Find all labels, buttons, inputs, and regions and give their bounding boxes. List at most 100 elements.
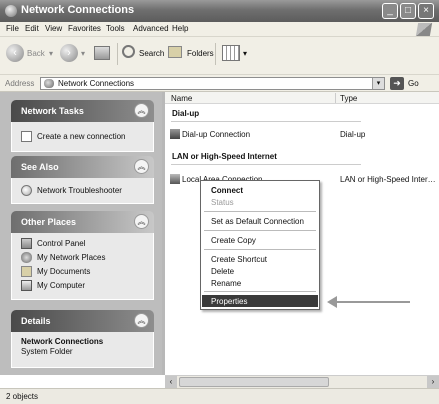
network-tasks-title: Network Tasks xyxy=(21,106,84,116)
address-bar: Address Network Connections ▾ ➜ Go xyxy=(0,75,439,92)
my-computer-label: My Computer xyxy=(37,281,86,290)
collapse-chevron-icon[interactable]: ︽ xyxy=(134,103,149,118)
toolbar: ‹ Back ▾ › ▾ Search Folders ▾ xyxy=(0,37,439,75)
collapse-chevron-icon[interactable]: ︽ xyxy=(134,313,149,328)
scroll-right-icon[interactable]: › xyxy=(427,376,439,388)
go-arrow-icon[interactable]: ➜ xyxy=(390,77,404,90)
menu-favorites[interactable]: Favorites xyxy=(68,24,101,33)
menu-help[interactable]: Help xyxy=(172,24,188,33)
forward-dropdown-icon[interactable]: ▾ xyxy=(81,49,85,58)
menu-file[interactable]: File xyxy=(6,24,19,33)
status-bar: 2 objects xyxy=(0,388,439,404)
network-places-icon xyxy=(21,252,32,263)
search-icon[interactable] xyxy=(122,45,135,58)
group-divider xyxy=(171,164,361,165)
collapse-chevron-icon[interactable]: ︽ xyxy=(134,214,149,229)
search-button[interactable]: Search xyxy=(139,49,164,58)
network-connections-icon xyxy=(44,79,54,88)
menu-advanced[interactable]: Advanced xyxy=(133,24,169,33)
details-header[interactable]: Details ︽ xyxy=(11,310,154,332)
up-folder-icon[interactable] xyxy=(94,46,110,60)
my-documents-label: My Documents xyxy=(37,267,91,276)
dialup-connection-icon xyxy=(170,129,180,139)
group-divider xyxy=(171,121,361,122)
menu-separator xyxy=(204,211,316,212)
column-divider[interactable] xyxy=(335,93,336,103)
list-item[interactable]: Dial-up Connection Dial-up xyxy=(170,129,438,140)
see-also-title: See Also xyxy=(21,162,59,172)
control-panel-icon xyxy=(21,238,32,249)
menu-item-status: Status xyxy=(202,196,318,208)
minimize-button[interactable]: _ xyxy=(382,3,398,19)
details-name: Network Connections xyxy=(21,337,104,346)
menu-item-connect[interactable]: Connect xyxy=(202,184,318,196)
menu-item-create-shortcut[interactable]: Create Shortcut xyxy=(202,253,318,265)
lan-connection-icon xyxy=(170,174,180,184)
details-type: System Folder xyxy=(21,347,73,356)
see-also-header[interactable]: See Also ︽ xyxy=(11,156,154,178)
details-title: Details xyxy=(21,316,51,326)
address-dropdown-icon[interactable]: ▾ xyxy=(372,78,384,89)
menu-tools[interactable]: Tools xyxy=(106,24,125,33)
collapse-chevron-icon[interactable]: ︽ xyxy=(134,159,149,174)
address-field[interactable]: Network Connections ▾ xyxy=(40,77,385,90)
menu-item-label: Connect xyxy=(211,186,243,195)
menu-item-create-copy[interactable]: Create Copy xyxy=(202,234,318,246)
column-type[interactable]: Type xyxy=(340,94,357,103)
folders-icon[interactable] xyxy=(168,46,182,58)
menu-item-rename[interactable]: Rename xyxy=(202,277,318,289)
callout-arrow-icon xyxy=(327,296,337,308)
task-pane: Network Tasks ︽ Create a new connection … xyxy=(0,92,162,375)
control-panel-label: Control Panel xyxy=(37,239,86,248)
computer-icon xyxy=(21,280,32,291)
address-label: Address xyxy=(5,79,35,88)
menu-separator xyxy=(204,230,316,231)
other-places-header[interactable]: Other Places ︽ xyxy=(11,211,154,233)
horizontal-scrollbar[interactable]: ‹ › xyxy=(165,375,439,388)
status-text: 2 objects xyxy=(6,392,39,401)
list-item-type: Dial-up xyxy=(340,130,366,139)
column-header: Name Type xyxy=(165,92,439,104)
folders-button[interactable]: Folders xyxy=(187,49,214,58)
forward-arrow-icon[interactable]: › xyxy=(60,44,78,62)
menu-edit[interactable]: Edit xyxy=(25,24,39,33)
menu-item-delete[interactable]: Delete xyxy=(202,265,318,277)
toolbar-separator xyxy=(215,43,216,65)
details-panel: Network Connections System Folder xyxy=(11,332,154,368)
menu-item-label: Rename xyxy=(211,279,242,288)
menu-item-set-default[interactable]: Set as Default Connection xyxy=(202,215,318,227)
back-dropdown-icon[interactable]: ▾ xyxy=(49,49,53,58)
menu-item-label: Create Shortcut xyxy=(211,255,268,264)
menu-item-label: Delete xyxy=(211,267,235,276)
menu-item-label: Create Copy xyxy=(211,236,256,245)
title-bar: Network Connections _ □ × xyxy=(0,0,439,22)
scroll-thumb[interactable] xyxy=(179,377,329,387)
callout-arrow-line xyxy=(335,301,410,303)
menu-item-label: Properties xyxy=(211,297,248,306)
list-item-type: LAN or High-Speed Inter… xyxy=(340,175,436,184)
back-arrow-icon[interactable]: ‹ xyxy=(6,44,24,62)
list-item-name: Dial-up Connection xyxy=(182,130,251,139)
address-value: Network Connections xyxy=(58,79,135,88)
my-network-places-label: My Network Places xyxy=(37,253,106,262)
go-button[interactable]: Go xyxy=(408,79,419,88)
network-troubleshooter-label: Network Troubleshooter xyxy=(37,186,122,195)
help-icon xyxy=(21,185,32,196)
views-icon[interactable] xyxy=(222,45,240,61)
back-button-label[interactable]: Back xyxy=(27,49,45,58)
views-dropdown-icon[interactable]: ▾ xyxy=(243,49,247,58)
network-tasks-header[interactable]: Network Tasks ︽ xyxy=(11,100,154,122)
scroll-left-icon[interactable]: ‹ xyxy=(165,376,177,388)
menu-view[interactable]: View xyxy=(45,24,62,33)
menu-item-properties[interactable]: Properties xyxy=(202,295,318,307)
menu-bar: File Edit View Favorites Tools Advanced … xyxy=(0,22,439,37)
window-title: Network Connections xyxy=(21,4,135,16)
column-name[interactable]: Name xyxy=(171,94,192,103)
other-places-panel: Control Panel My Network Places My Docum… xyxy=(11,233,154,300)
menu-item-label: Set as Default Connection xyxy=(211,217,304,226)
create-new-connection-label: Create a new connection xyxy=(37,132,126,141)
maximize-button[interactable]: □ xyxy=(400,3,416,19)
toolbar-separator xyxy=(117,43,118,65)
close-button[interactable]: × xyxy=(418,3,434,19)
group-header: LAN or High-Speed Internet xyxy=(172,152,277,161)
